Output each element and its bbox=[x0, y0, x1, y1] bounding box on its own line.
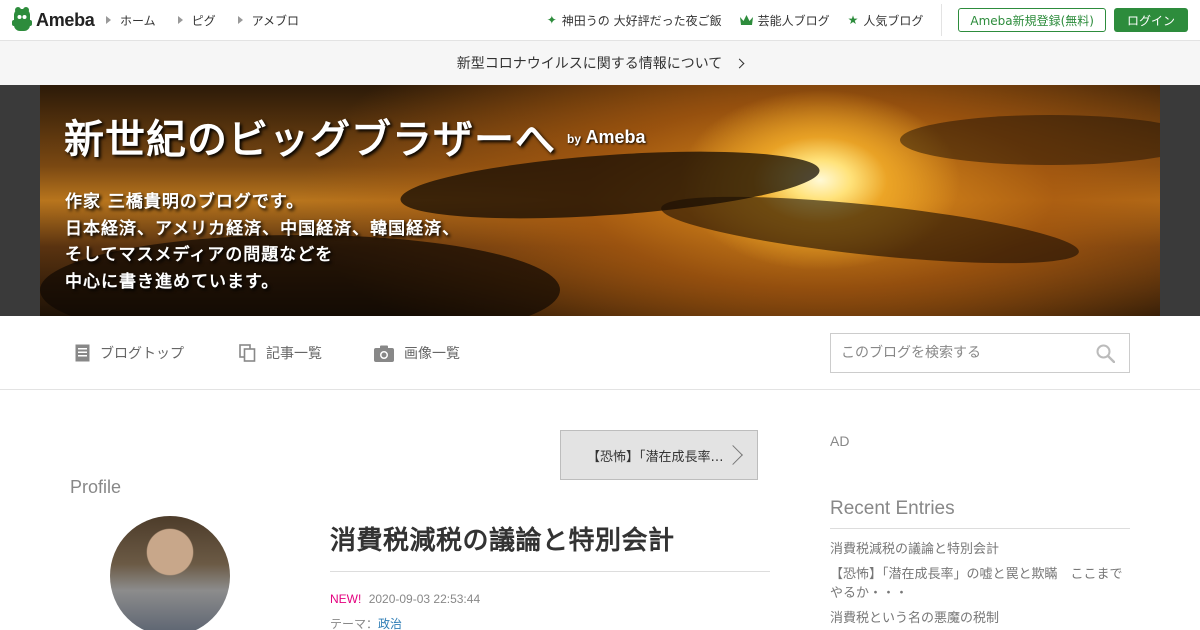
article-datetime: 2020-09-03 22:53:44 bbox=[368, 592, 481, 606]
theme-link[interactable]: 政治 bbox=[378, 617, 402, 630]
recent-entry-link[interactable]: 消費税減税の議論と特別会計 bbox=[830, 540, 1130, 559]
blog-search-box bbox=[830, 333, 1130, 373]
nav-home[interactable]: ホーム bbox=[106, 12, 156, 29]
by-text: by bbox=[567, 132, 582, 146]
new-badge: NEW! bbox=[330, 592, 362, 606]
nav-ameblo-label: アメブロ bbox=[251, 13, 300, 28]
pick-link-celebrity-label: 芸能人ブログ bbox=[757, 13, 830, 28]
description-line: 中心に書き進めています。 bbox=[65, 271, 280, 292]
blognav-image-list[interactable]: 画像一覧 bbox=[374, 343, 460, 363]
blognav-entry-list-label: 記事一覧 bbox=[266, 346, 322, 362]
article-title[interactable]: 消費税減税の議論と特別会計 bbox=[330, 520, 675, 557]
previous-article-button[interactable]: 【恐怖】「潜在成長率」の嘘と罠と欺瞞 bbox=[560, 430, 758, 480]
triangle-right-icon bbox=[106, 16, 111, 24]
nav-ameblo[interactable]: アメブロ bbox=[237, 12, 300, 29]
sparkle-icon: ✦ bbox=[546, 13, 557, 27]
pick-link-kanda-label: 神田うの 大好評だった夜ご飯 bbox=[561, 13, 722, 28]
nav-pigg-label: ピグ bbox=[191, 13, 216, 28]
ameba-mascot-icon bbox=[12, 7, 32, 31]
recent-entries-divider bbox=[830, 528, 1130, 529]
description-line: 日本経済、アメリカ経済、中国経済、韓国経済、 bbox=[65, 218, 461, 239]
recent-entry-link[interactable]: 消費税という名の悪魔の税制 bbox=[830, 609, 1130, 628]
blognav-entry-list[interactable]: 記事一覧 bbox=[239, 343, 322, 363]
article-theme: テーマ：政治 bbox=[330, 615, 402, 630]
ameba-text: Ameba bbox=[585, 127, 646, 147]
recent-entries-list: 消費税減税の議論と特別会計 【恐怖】「潜在成長率」の嘘と罠と欺瞞 ここまでやるか… bbox=[830, 540, 1130, 630]
banner-cloud bbox=[658, 183, 1082, 277]
pick-link-popular-label: 人気ブログ bbox=[863, 13, 924, 28]
ad-label: AD bbox=[830, 433, 850, 449]
theme-label: テーマ： bbox=[330, 617, 379, 630]
article-meta: NEW! 2020-09-03 22:53:44 bbox=[330, 592, 480, 606]
global-header: Ameba ホーム ピグ アメブロ ✦ 神田うの 大好評だった夜ご飯 芸能人ブロ… bbox=[0, 0, 1200, 41]
triangle-right-icon bbox=[237, 16, 243, 24]
blognav-image-list-label: 画像一覧 bbox=[404, 346, 460, 362]
header-right: ✦ 神田うの 大好評だった夜ご飯 芸能人ブログ ★ 人気ブログ Ameba新規登… bbox=[547, 0, 1188, 40]
triangle-right-icon bbox=[177, 16, 183, 24]
banner-cloud bbox=[900, 115, 1160, 165]
ameba-logo[interactable]: Ameba bbox=[12, 7, 95, 33]
blog-search-input[interactable] bbox=[831, 334, 1081, 372]
chevron-right-icon bbox=[734, 58, 745, 68]
nav-pigg[interactable]: ピグ bbox=[177, 12, 216, 29]
recent-entries-heading: Recent Entries bbox=[830, 498, 955, 519]
covid-notice-link[interactable]: 新型コロナウイルスに関する情報について bbox=[0, 41, 1200, 85]
profile-avatar[interactable] bbox=[110, 516, 230, 630]
article-title-divider bbox=[330, 571, 770, 572]
blognav-blog-top-label: ブログトップ bbox=[100, 346, 184, 362]
recent-entry-link[interactable]: 【恐怖】「潜在成長率」の嘘と罠と欺瞞 ここまでやるか・・・ bbox=[830, 565, 1130, 603]
document-icon bbox=[75, 344, 90, 362]
pick-link-popular[interactable]: ★ 人気ブログ bbox=[848, 12, 924, 29]
search-icon[interactable] bbox=[1096, 344, 1115, 363]
copy-icon bbox=[239, 344, 256, 362]
login-button[interactable]: ログイン bbox=[1114, 8, 1188, 32]
blog-title: 新世紀のビッグブラザーへ bbox=[64, 116, 556, 163]
star-icon: ★ bbox=[847, 13, 859, 27]
covid-notice-text: 新型コロナウイルスに関する情報について bbox=[456, 56, 723, 72]
description-line: 作家 三橋貴明のブログです。 bbox=[65, 192, 305, 212]
blognav-blog-top[interactable]: ブログトップ bbox=[75, 343, 184, 363]
register-button[interactable]: Ameba新規登録(無料) bbox=[958, 8, 1106, 32]
camera-icon bbox=[374, 345, 394, 362]
global-nav: ホーム ピグ アメブロ bbox=[106, 0, 321, 40]
blog-nav: ブログトップ 記事一覧 画像一覧 bbox=[0, 316, 1200, 390]
blog-description: 作家 三橋貴明のブログです。 日本経済、アメリカ経済、中国経済、韓国経済、 そし… bbox=[65, 189, 460, 295]
description-line: そしてマスメディアの問題などを bbox=[65, 245, 334, 265]
profile-heading: Profile bbox=[70, 477, 122, 497]
logo-text: Ameba bbox=[36, 9, 95, 30]
pick-link-celebrity[interactable]: 芸能人ブログ bbox=[739, 12, 830, 29]
header-divider bbox=[941, 4, 943, 36]
previous-article-title: 【恐怖】「潜在成長率」の嘘と罠と欺瞞 bbox=[587, 449, 729, 465]
crown-icon bbox=[739, 14, 753, 25]
blog-header-banner[interactable]: 新世紀のビッグブラザーへ by Ameba 作家 三橋貴明のブログです。 日本経… bbox=[40, 85, 1160, 316]
nav-home-label: ホーム bbox=[120, 13, 156, 28]
by-ameba-mark: by Ameba bbox=[567, 127, 646, 148]
pick-link-kanda[interactable]: ✦ 神田うの 大好評だった夜ご飯 bbox=[547, 12, 722, 29]
